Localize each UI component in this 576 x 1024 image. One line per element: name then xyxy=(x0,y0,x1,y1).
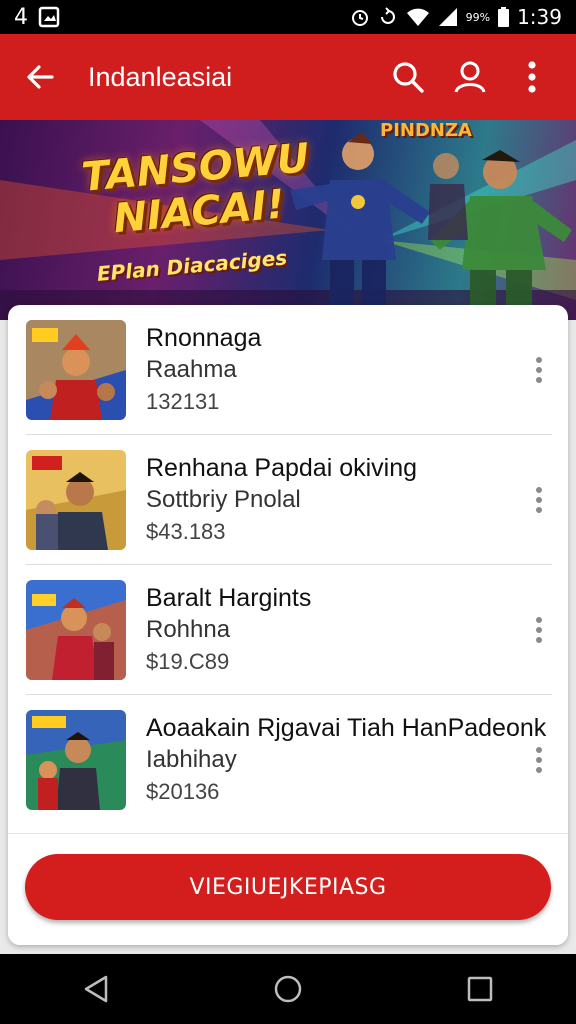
more-vert-icon xyxy=(536,617,542,643)
wifi-icon xyxy=(406,7,430,27)
system-nav-bar xyxy=(0,954,576,1024)
item-name: Baralt Hargints xyxy=(146,584,312,612)
item-price: $20136 xyxy=(146,779,220,804)
item-subtitle: Raahma xyxy=(146,356,237,383)
item-more-button[interactable] xyxy=(526,740,552,780)
hero-figure-back xyxy=(428,153,468,240)
item-subtitle: Rohhna xyxy=(146,616,231,643)
list-item[interactable]: Rnonnaga Raahma 132131 xyxy=(8,305,568,435)
back-button[interactable] xyxy=(18,55,62,99)
banner-corner-text: PINDNZA xyxy=(380,120,472,141)
status-right: 99% 1:39 xyxy=(350,5,562,29)
list-item[interactable]: Baralt Hargints Rohhna $19.C89 xyxy=(8,565,568,695)
page-title: Indanleasiai xyxy=(88,61,233,92)
search-button[interactable] xyxy=(382,51,434,103)
battery-icon xyxy=(498,7,510,27)
list-item[interactable]: Renhana Papdai okiving Sottbriy Pnolal $… xyxy=(8,435,568,565)
more-vert-icon xyxy=(528,61,536,93)
status-left: 4 xyxy=(14,5,60,30)
cta-container: VIEGIUEJKEPIASG xyxy=(8,833,568,945)
notification-count: 4 xyxy=(14,4,28,30)
item-name: Rnonnaga xyxy=(146,324,262,352)
nav-home-button[interactable] xyxy=(258,959,318,1019)
home-circle-icon xyxy=(274,975,302,1003)
item-subtitle: Iabhihay xyxy=(146,746,237,773)
signal-icon xyxy=(438,7,458,27)
recents-square-icon xyxy=(467,976,493,1002)
promo-banner[interactable]: TANSOWU NIACAI! EPlan Diacaciges PINDNZA xyxy=(0,120,576,320)
banner-title: TANSOWU NIACAI! xyxy=(80,135,315,244)
item-info: Renhana Papdai okiving Sottbriy Pnolal $… xyxy=(146,453,568,547)
nav-back-button[interactable] xyxy=(66,959,126,1019)
sync-icon xyxy=(378,7,398,27)
clock: 1:39 xyxy=(517,5,562,29)
item-info: Rnonnaga Raahma 132131 xyxy=(146,323,568,417)
account-button[interactable] xyxy=(444,51,496,103)
alarm-icon xyxy=(350,7,370,27)
back-triangle-icon xyxy=(84,975,108,1003)
item-price: $19.C89 xyxy=(146,649,230,674)
battery-percent: 99% xyxy=(465,10,491,24)
thumbnail-image xyxy=(26,320,126,420)
product-list-card: Rnonnaga Raahma 132131 Renhana Papdai ok… xyxy=(8,305,568,945)
more-options-button[interactable] xyxy=(506,51,558,103)
search-icon xyxy=(393,62,424,93)
item-more-button[interactable] xyxy=(526,350,552,390)
thumbnail-image xyxy=(26,710,126,810)
list-item[interactable]: Aoaakain Rjgavai Tiah HanPadeonk Iabhiha… xyxy=(8,695,568,825)
item-name: Renhana Papdai okiving xyxy=(146,454,418,482)
back-arrow-icon xyxy=(27,65,54,89)
item-more-button[interactable] xyxy=(526,610,552,650)
thumbnail-image xyxy=(26,580,126,680)
item-subtitle: Sottbriy Pnolal xyxy=(146,486,301,513)
item-more-button[interactable] xyxy=(526,480,552,520)
item-price: $43.183 xyxy=(146,519,226,544)
item-info: Aoaakain Rjgavai Tiah HanPadeonk Iabhiha… xyxy=(146,713,568,807)
product-list: Rnonnaga Raahma 132131 Renhana Papdai ok… xyxy=(8,305,568,825)
status-bar: 4 99% 1:39 xyxy=(0,0,576,34)
more-vert-icon xyxy=(536,747,542,773)
gallery-icon xyxy=(38,6,60,28)
account-icon xyxy=(454,61,486,93)
nav-recents-button[interactable] xyxy=(450,959,510,1019)
app-bar: Indanleasiai xyxy=(0,34,576,120)
more-vert-icon xyxy=(536,487,542,513)
more-vert-icon xyxy=(536,357,542,383)
thumbnail-image xyxy=(26,450,126,550)
item-name: Aoaakain Rjgavai Tiah HanPadeonk xyxy=(146,714,547,742)
primary-action-button[interactable]: VIEGIUEJKEPIASG xyxy=(25,854,551,920)
item-price: 132131 xyxy=(146,389,220,414)
item-info: Baralt Hargints Rohhna $19.C89 xyxy=(146,583,568,677)
